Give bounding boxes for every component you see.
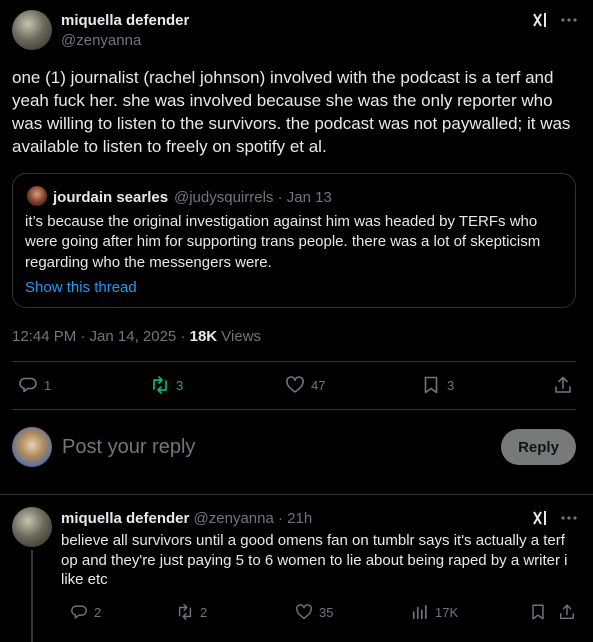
show-thread-link[interactable]: Show this thread	[25, 279, 137, 296]
repost-icon	[176, 603, 194, 621]
repost-action[interactable]: 3	[150, 375, 183, 395]
views-count: 18K	[189, 328, 218, 345]
reply-reply-count: 2	[94, 604, 102, 620]
share-icon[interactable]	[558, 603, 576, 621]
reply-handle-time[interactable]: @zenyanna · 21h	[194, 510, 313, 527]
divider	[0, 494, 593, 495]
reply-icon	[18, 375, 38, 395]
reply-input[interactable]: Post your reply	[62, 436, 195, 459]
bookmark-action[interactable]: 3	[421, 375, 454, 395]
more-icon[interactable]	[559, 508, 579, 528]
reply-button[interactable]: Reply	[501, 429, 576, 465]
grok-icon[interactable]	[531, 508, 551, 528]
quoted-author-avatar	[27, 186, 47, 206]
reply-repost-action[interactable]: 2	[176, 603, 207, 621]
share-action[interactable]	[553, 375, 573, 395]
more-icon[interactable]	[559, 10, 579, 30]
quoted-text: it’s because the original investigation …	[25, 213, 541, 271]
author-display-name[interactable]: miquella defender	[61, 12, 189, 29]
reply-icon	[70, 603, 88, 621]
reply-author-name[interactable]: miquella defender	[61, 510, 189, 527]
reply-action[interactable]: 1	[18, 375, 51, 395]
reply-views-action[interactable]: 17K	[411, 603, 458, 621]
bookmark-icon[interactable]	[529, 603, 547, 621]
reply-reply-action[interactable]: 2	[70, 603, 101, 621]
current-user-avatar[interactable]	[12, 427, 52, 467]
reply-like-action[interactable]: 35	[295, 603, 333, 621]
repost-count: 3	[176, 377, 184, 393]
quoted-handle-date: @judysquirrels · Jan 13	[174, 189, 332, 206]
divider	[12, 361, 576, 362]
thread-line	[31, 550, 33, 642]
like-icon	[295, 603, 313, 621]
reply-count: 1	[44, 377, 52, 393]
bookmark-icon	[421, 375, 441, 395]
reply-author-avatar[interactable]	[12, 507, 52, 547]
repost-icon	[150, 375, 170, 395]
reply-header: miquella defender @zenyanna · 21h	[61, 510, 312, 527]
reply-button-label: Reply	[518, 438, 559, 456]
tweet-text: one (1) journalist (rachel johnson) invo…	[12, 68, 571, 156]
quoted-author-name: jourdain searles	[53, 189, 169, 206]
views-icon	[411, 603, 429, 621]
like-icon	[285, 375, 305, 395]
bookmark-count: 3	[447, 377, 455, 393]
like-action[interactable]: 47	[285, 375, 325, 395]
reply-text: believe all survivors until a good omens…	[61, 532, 568, 588]
reply-views-count: 17K	[435, 604, 459, 620]
share-icon	[553, 375, 573, 395]
like-count: 47	[311, 377, 326, 393]
author-handle[interactable]: @zenyanna	[61, 32, 141, 49]
grok-icon[interactable]	[531, 10, 551, 30]
tweet-timestamp: 12:44 PM · Jan 14, 2025 · 18K Views	[12, 328, 261, 345]
divider	[12, 409, 576, 410]
views-label: Views	[217, 328, 262, 345]
reply-like-count: 35	[319, 604, 334, 620]
author-avatar[interactable]	[12, 10, 52, 50]
timestamp-text: 12:44 PM · Jan 14, 2025 ·	[12, 328, 190, 345]
reply-repost-count: 2	[200, 604, 208, 620]
